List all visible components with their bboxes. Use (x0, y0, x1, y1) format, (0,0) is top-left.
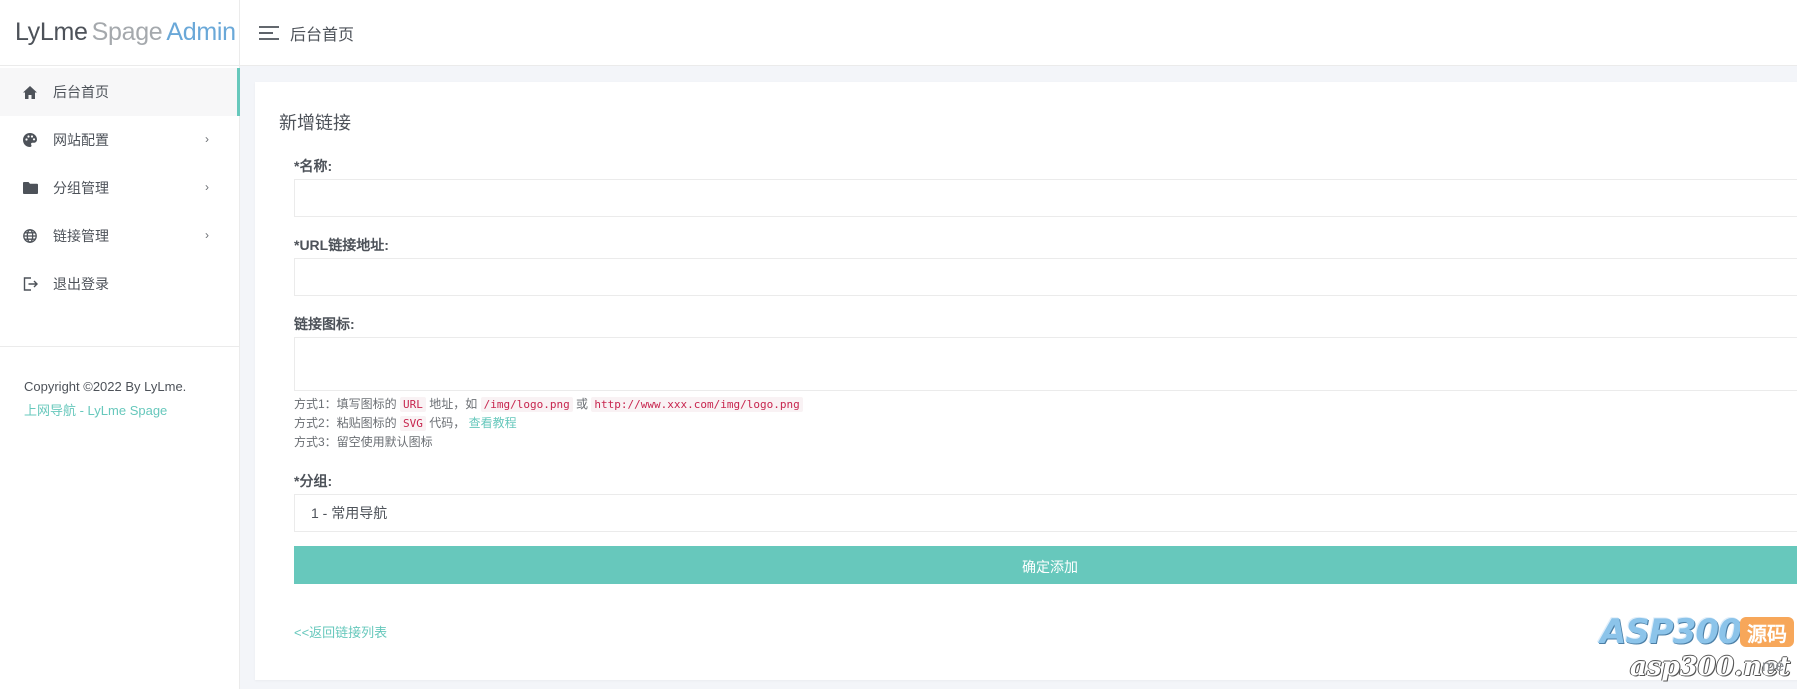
logo-text-spage: Spage (91, 18, 163, 46)
chevron-right-icon: › (205, 132, 209, 146)
card-title: 新增链接 (279, 113, 351, 133)
url-label: *URL链接地址: (294, 237, 389, 253)
chevron-right-icon: › (205, 180, 209, 194)
icon-textarea[interactable] (294, 337, 1797, 391)
copyright-link[interactable]: 上网导航 - LyLme Spage (24, 399, 239, 423)
hint-text: 地址，如 (429, 397, 478, 411)
page-title: 后台首页 (290, 26, 355, 44)
group-label: *分组: (294, 473, 333, 489)
hint-code: /img/logo.png (480, 397, 573, 412)
copyright: Copyright ©2022 By LyLme. 上网导航 - LyLme S… (0, 347, 239, 423)
hint-code: URL (400, 397, 426, 412)
chevron-right-icon: › (205, 228, 209, 242)
submit-button[interactable]: 确定添加 (294, 546, 1797, 584)
top-header: 后台首页 (240, 0, 1797, 66)
palette-icon (22, 132, 38, 148)
tutorial-link[interactable]: 查看教程 (469, 416, 517, 430)
watermark-tail-text: me (1762, 658, 1785, 675)
group-select-value: 1 - 常用导航 (311, 505, 388, 521)
hint-code: http://www.xxx.com/img/logo.png (591, 397, 803, 412)
hint-text: 或 (576, 397, 589, 411)
url-input[interactable] (294, 258, 1797, 296)
logo-text-lylme: LyLme (15, 18, 88, 46)
hint-text: 方式2：粘贴图标的 (294, 416, 397, 430)
sidebar-item-label: 退出登录 (53, 276, 109, 292)
name-input[interactable] (294, 179, 1797, 217)
sidebar-item-site-config[interactable]: 网站配置 › (0, 116, 239, 164)
submit-button-label: 确定添加 (1022, 559, 1078, 575)
logo-text-admin: Admin (166, 18, 236, 46)
name-label: *名称: (294, 158, 333, 174)
watermark-top-text: ASP300 (1600, 612, 1742, 652)
hamburger-menu-icon[interactable] (258, 25, 280, 41)
hint-code: SVG (400, 416, 426, 431)
sidebar-item-home[interactable]: 后台首页 (0, 68, 240, 116)
icon-hint-1: 方式1：填写图标的 URL 地址，如 /img/logo.png 或 http:… (294, 395, 803, 414)
sidebar-item-label: 后台首页 (53, 84, 109, 100)
sidebar: LyLme Spage Admin 后台首页 网站配置 › 分组管理 › 链接管… (0, 0, 240, 689)
sidebar-item-label: 分组管理 (53, 180, 109, 196)
back-to-list-link[interactable]: <<返回链接列表 (294, 622, 387, 641)
sidebar-item-link-manage[interactable]: 链接管理 › (0, 212, 239, 260)
logo[interactable]: LyLme Spage Admin (0, 0, 239, 66)
watermark-badge: 源码 (1740, 617, 1794, 647)
globe-icon (22, 228, 38, 244)
logout-icon (22, 276, 38, 292)
icon-hint-3: 方式3：留空使用默认图标 (294, 435, 433, 449)
home-icon (22, 84, 38, 100)
sidebar-item-logout[interactable]: 退出登录 (0, 260, 239, 308)
sidebar-item-label: 链接管理 (53, 228, 109, 244)
sidebar-item-label: 网站配置 (53, 132, 109, 148)
sidebar-item-group-manage[interactable]: 分组管理 › (0, 164, 239, 212)
watermark-logo: ASP300 源码 asp300.net me (1600, 612, 1795, 687)
icon-hint-2: 方式2：粘贴图标的 SVG 代码， 查看教程 (294, 414, 517, 433)
hint-text: 代码， (429, 416, 466, 430)
hint-text: 方式1：填写图标的 (294, 397, 397, 411)
icon-label: 链接图标: (294, 316, 355, 332)
folder-icon (22, 180, 38, 196)
group-select[interactable]: 1 - 常用导航 (294, 494, 1797, 532)
sidebar-nav: 后台首页 网站配置 › 分组管理 › 链接管理 › 退出登录 (0, 68, 240, 308)
add-link-card: 新增链接 *名称: *URL链接地址: 链接图标: 方式1：填写图标的 URL … (255, 82, 1797, 680)
copyright-text: Copyright ©2022 By LyLme. (24, 379, 187, 394)
